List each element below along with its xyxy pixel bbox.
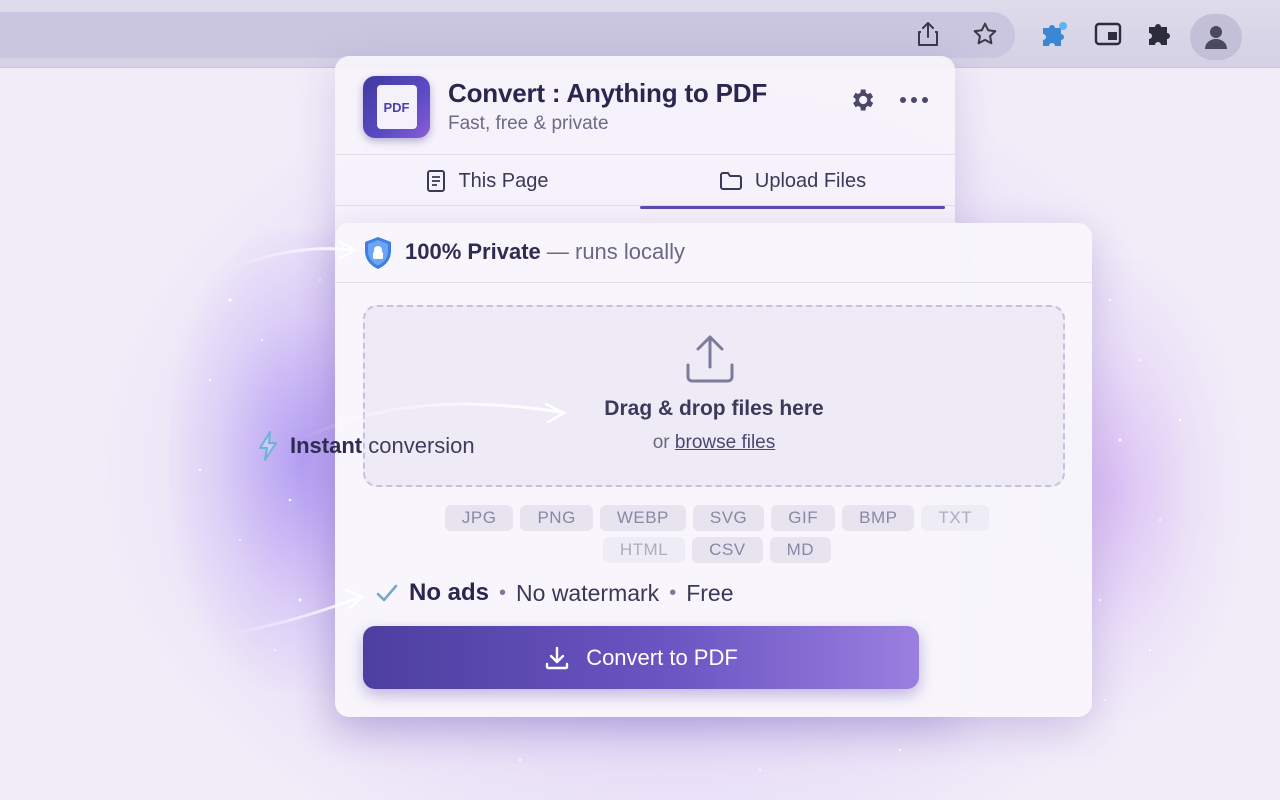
share-icon[interactable] [910,16,946,52]
upload-card: 100% Private — runs locally Drag & drop … [335,223,1092,717]
tab-upload-files-label: Upload Files [754,169,867,192]
feature-list: No ads • No watermark • Free [375,578,734,608]
format-chip: CSV [692,537,763,563]
popup-header: PDF Convert : Anything to PDF Fast, free… [335,56,955,154]
format-chip: PNG [520,505,593,531]
app-subtitle: Fast, free & private [448,113,609,134]
privacy-banner: 100% Private — runs locally [335,223,1092,283]
feature-free: Free [686,579,734,606]
privacy-text: 100% Private — runs locally [405,239,685,265]
format-chip: TXT [921,505,990,531]
download-icon [545,646,569,669]
convert-button-label: Convert to PDF [586,644,738,670]
more-options-button[interactable] [896,82,932,118]
instant-conversion-callout: Instant conversion [256,430,475,462]
app-logo: PDF [363,76,430,138]
format-chips: JPG PNG WEBP SVG GIF BMP TXT HTML CSV MD [417,505,1017,563]
convert-to-pdf-button[interactable]: Convert to PDF [363,626,919,689]
browse-files-link[interactable]: browse files [675,432,775,453]
check-icon [376,584,398,602]
dropzone-title: Drag & drop files here [604,397,824,420]
privacy-rest: — runs locally [540,239,686,264]
format-chip: MD [769,537,832,563]
gear-icon [853,89,874,111]
format-chip: HTML [602,537,686,563]
feature-no-ads: No ads [409,579,490,606]
tab-bar: This Page Upload Files [335,154,955,209]
callout-strong: Instant [290,433,363,458]
upload-icon [686,335,734,383]
dropzone-or-text: or [652,432,675,453]
callout-rest: conversion [362,433,475,458]
format-chip: GIF [771,505,836,531]
format-chip: WEBP [599,505,686,531]
format-chip: JPG [444,505,514,531]
app-title: Convert : Anything to PDF [448,78,768,108]
address-bar[interactable] [0,12,1015,58]
format-chip: BMP [842,505,915,531]
document-icon [427,170,446,192]
extension-color-icon[interactable] [1036,16,1072,52]
window-icon[interactable] [1090,16,1126,52]
star-icon[interactable] [967,16,1003,52]
format-chip: SVG [692,505,765,531]
pdf-doc-icon: PDF [376,85,417,129]
feature-separator: • [499,581,507,604]
profile-icon[interactable] [1190,14,1242,60]
lightning-icon [259,431,277,461]
more-dots-icon [900,97,928,103]
feature-separator: • [669,581,677,604]
feature-no-watermark: No watermark [516,579,660,606]
privacy-strong: 100% Private [405,239,541,264]
puzzle-icon[interactable] [1142,16,1178,52]
shield-icon [365,237,391,269]
folder-icon [719,172,742,190]
tab-this-page[interactable]: This Page [335,155,640,207]
tab-this-page-label: This Page [458,169,549,192]
settings-button[interactable] [844,82,880,118]
tab-upload-files[interactable]: Upload Files [640,155,945,209]
